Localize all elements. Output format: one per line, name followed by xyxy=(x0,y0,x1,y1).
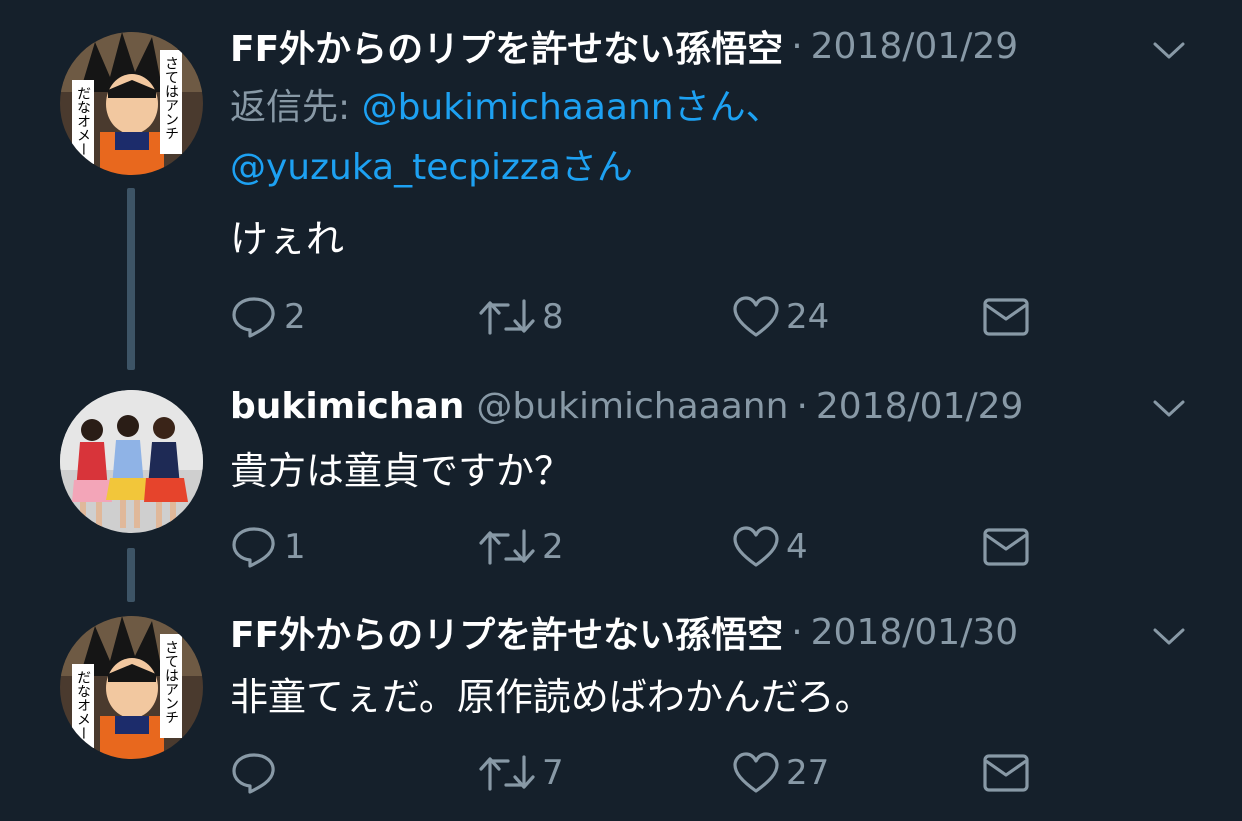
reply-count: 2 xyxy=(284,297,306,337)
retweet-count: 8 xyxy=(542,297,564,337)
reply-button[interactable] xyxy=(230,748,284,798)
chevron-down-icon[interactable] xyxy=(1152,40,1186,62)
retweet-arrows-icon xyxy=(479,755,535,791)
display-name[interactable]: FF外からのリプを許せない孫悟空 xyxy=(230,20,783,72)
timestamp[interactable]: 2018/01/29 xyxy=(811,26,1019,67)
retweet-button[interactable]: 2 xyxy=(478,522,564,572)
tweet[interactable]: さてはアンチ だなオメー FF外からのリプを許せない孫悟空 · 2018/01/… xyxy=(0,0,1242,370)
direct-message-button[interactable] xyxy=(982,292,1030,342)
tweet-header: bukimichan @bukimichaaann · 2018/01/29 xyxy=(230,384,1023,428)
replying-to-label: 返信先: xyxy=(230,87,362,128)
like-count: 4 xyxy=(786,527,808,567)
heart-outline-icon xyxy=(733,752,779,793)
tweet[interactable]: さてはアンチ だなオメー FF外からのリプを許せない孫悟空 · 2018/01/… xyxy=(0,602,1242,821)
avatar-goku-image: さてはアンチ だなオメー xyxy=(60,616,203,759)
thread-connector-line xyxy=(127,188,135,370)
avatar[interactable] xyxy=(60,390,203,533)
direct-message-button[interactable] xyxy=(982,748,1030,798)
avatar[interactable]: さてはアンチ だなオメー xyxy=(60,616,203,759)
svg-text:だなオメー: だなオメー xyxy=(75,86,91,156)
avatar[interactable]: さてはアンチ だなオメー xyxy=(60,32,203,175)
chevron-down-icon[interactable] xyxy=(1152,398,1186,420)
envelope-icon xyxy=(983,754,1029,792)
retweet-button[interactable]: 8 xyxy=(478,292,564,342)
tweet-text: 貴方は童貞ですか？ xyxy=(230,449,573,493)
reply-button[interactable]: 2 xyxy=(230,292,306,342)
like-button[interactable]: 4 xyxy=(732,522,808,572)
svg-text:さてはアンチ: さてはアンチ xyxy=(163,56,179,140)
display-name[interactable]: bukimichan xyxy=(230,386,464,427)
separator-dot: · xyxy=(791,611,803,653)
retweet-count: 2 xyxy=(542,527,564,567)
direct-message-button[interactable] xyxy=(982,522,1030,572)
retweet-arrows-icon xyxy=(479,299,535,335)
envelope-icon xyxy=(983,528,1029,566)
tweet-header: FF外からのリプを許せない孫悟空 · 2018/01/30 xyxy=(230,610,1019,657)
separator-dot: · xyxy=(791,25,803,67)
tweet-text: 非童てぇだ。原作読めばわかんだろ。 xyxy=(230,675,873,719)
reply-count: 1 xyxy=(284,527,306,567)
timestamp[interactable]: 2018/01/29 xyxy=(816,386,1024,427)
tweet-header: FF外からのリプを許せない孫悟空 · 2018/01/29 xyxy=(230,24,1019,71)
retweet-button[interactable]: 7 xyxy=(478,748,564,798)
thread-connector-line xyxy=(127,548,135,602)
chevron-down-icon[interactable] xyxy=(1152,626,1186,648)
reply-button[interactable]: 1 xyxy=(230,522,306,572)
like-button[interactable]: 27 xyxy=(732,748,829,798)
separator-dot: · xyxy=(796,385,808,427)
mention-link[interactable]: @bukimichaaannさん、 xyxy=(362,87,782,128)
retweet-count: 7 xyxy=(542,753,564,793)
reply-bubble-icon xyxy=(232,753,275,794)
like-count: 27 xyxy=(786,753,830,793)
timestamp[interactable]: 2018/01/30 xyxy=(811,612,1019,653)
avatar-photo-image xyxy=(60,390,203,533)
mention-link[interactable]: @yuzuka_tecpizzaさん xyxy=(230,147,633,188)
reply-bubble-icon xyxy=(232,297,275,338)
avatar-goku-image: さてはアンチ だなオメー xyxy=(60,32,203,175)
tweet[interactable]: bukimichan @bukimichaaann · 2018/01/29 貴… xyxy=(0,370,1242,602)
svg-text:だなオメー: だなオメー xyxy=(75,670,91,740)
heart-outline-icon xyxy=(733,296,779,337)
like-button[interactable]: 24 xyxy=(732,292,829,342)
envelope-icon xyxy=(983,298,1029,336)
retweet-arrows-icon xyxy=(479,529,535,565)
display-name[interactable]: FF外からのリプを許せない孫悟空 xyxy=(230,606,783,658)
conversation-thread: さてはアンチ だなオメー FF外からのリプを許せない孫悟空 · 2018/01/… xyxy=(0,0,1242,821)
like-count: 24 xyxy=(786,297,830,337)
heart-outline-icon xyxy=(733,526,779,567)
replying-to: 返信先: @bukimichaaannさん、 @yuzuka_tecpizzaさ… xyxy=(230,78,1190,198)
svg-text:さてはアンチ: さてはアンチ xyxy=(163,640,179,724)
reply-bubble-icon xyxy=(232,527,275,568)
tweet-text: けぇれ xyxy=(230,217,345,261)
user-handle[interactable]: @bukimichaaann xyxy=(476,386,788,427)
